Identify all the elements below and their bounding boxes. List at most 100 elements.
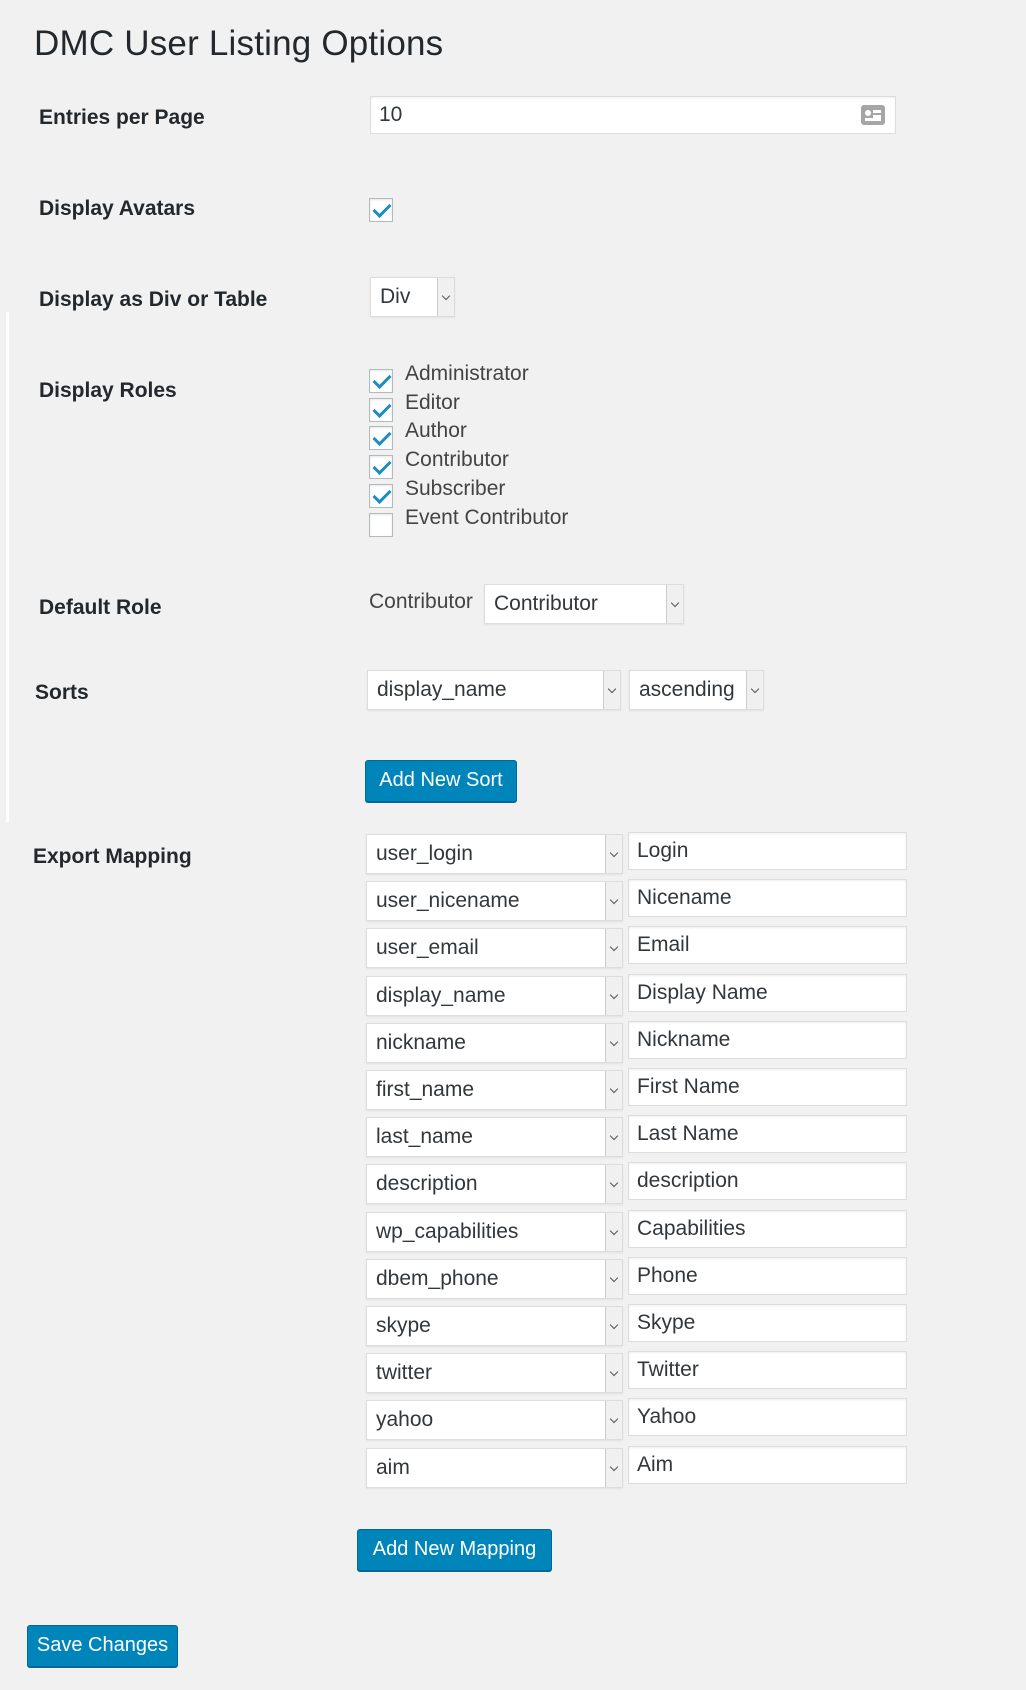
display-avatars-checkbox[interactable] — [369, 198, 393, 222]
mapping-name-value: description — [637, 1169, 739, 1193]
mapping-name-value: Capabilities — [637, 1216, 746, 1240]
save-changes-button[interactable]: Save Changes — [27, 1625, 178, 1667]
mapping-field-select[interactable]: last_name — [366, 1117, 623, 1158]
mapping-field-selected: twitter — [376, 1361, 433, 1385]
mapping-name-input[interactable]: description — [628, 1162, 907, 1201]
chevron-down-icon — [605, 1071, 622, 1109]
chevron-down-icon — [605, 882, 622, 921]
mapping-name-input[interactable]: Skype — [628, 1304, 907, 1342]
mapping-name-value: Email — [637, 933, 690, 957]
mapping-field-selected: nickname — [376, 1030, 466, 1054]
add-new-sort-button[interactable]: Add New Sort — [365, 760, 517, 802]
chevron-down-icon — [605, 976, 622, 1015]
export-mapping-label: Export Mapping — [33, 845, 192, 868]
role-checkbox[interactable] — [369, 512, 393, 537]
entries-per-page-input[interactable]: 10 — [370, 96, 896, 134]
mapping-field-select[interactable]: display_name — [366, 975, 623, 1016]
sort-order-select[interactable]: ascending — [629, 670, 764, 710]
chevron-down-icon — [605, 1212, 622, 1251]
mapping-field-selected: skype — [376, 1314, 431, 1337]
entries-per-page-label: Entries per Page — [39, 106, 205, 129]
chevron-down-icon — [605, 1448, 622, 1487]
role-label: Administrator — [405, 362, 529, 385]
mapping-field-selected: user_login — [376, 842, 473, 865]
mapping-field-selected: user_nicename — [376, 889, 520, 913]
display-as-select[interactable]: Div — [370, 277, 455, 317]
page-title: DMC User Listing Options — [34, 24, 444, 63]
mapping-name-input[interactable]: Nicename — [628, 879, 907, 918]
mapping-name-value: Display Name — [637, 980, 768, 1004]
mapping-field-selected: dbem_phone — [376, 1266, 499, 1290]
mapping-name-input[interactable]: Yahoo — [628, 1398, 907, 1437]
mapping-field-select[interactable]: user_email — [366, 928, 623, 969]
add-new-mapping-button[interactable]: Add New Mapping — [357, 1529, 552, 1571]
mapping-name-value: Login — [637, 839, 689, 862]
mapping-field-selected: user_email — [376, 936, 479, 960]
mapping-field-select[interactable]: twitter — [366, 1353, 623, 1394]
mapping-field-select[interactable]: aim — [366, 1447, 623, 1488]
role-label: Event Contributor — [405, 505, 569, 529]
mapping-field-select[interactable]: description — [366, 1164, 623, 1205]
mapping-field-select[interactable]: yahoo — [366, 1400, 623, 1441]
mapping-name-value: Skype — [637, 1311, 696, 1334]
chevron-down-icon — [746, 671, 763, 709]
chevron-down-icon — [605, 1023, 622, 1062]
mapping-field-selected: first_name — [376, 1078, 475, 1101]
role-checkbox[interactable] — [369, 455, 393, 480]
mapping-name-value: Twitter — [637, 1358, 699, 1382]
chevron-down-icon — [605, 1259, 622, 1298]
mapping-name-input[interactable]: Email — [628, 926, 907, 965]
mapping-field-selected: display_name — [376, 983, 506, 1007]
role-checkbox[interactable] — [369, 369, 393, 393]
role-label: Subscriber — [405, 476, 506, 500]
default-role-selected: Contributor — [494, 592, 598, 615]
display-as-label: Display as Div or Table — [39, 288, 268, 311]
display-roles-label: Display Roles — [39, 379, 177, 402]
mapping-field-select[interactable]: user_nicename — [366, 881, 623, 922]
chevron-down-icon — [605, 1165, 622, 1204]
mapping-name-input[interactable]: First Name — [628, 1068, 907, 1106]
mapping-name-value: Nicename — [637, 886, 732, 910]
default-role-label: Default Role — [39, 596, 162, 619]
mapping-name-input[interactable]: Display Name — [628, 973, 907, 1012]
mapping-name-input[interactable]: Nickname — [628, 1020, 907, 1059]
mapping-name-value: Last Name — [637, 1122, 739, 1146]
mapping-field-select[interactable]: first_name — [366, 1070, 623, 1110]
chevron-down-icon — [603, 671, 620, 709]
mapping-field-select[interactable]: dbem_phone — [366, 1258, 623, 1299]
mapping-name-input[interactable]: Phone — [628, 1256, 907, 1295]
sort-field-select[interactable]: display_name — [367, 670, 621, 710]
mapping-name-input[interactable]: Capabilities — [628, 1209, 907, 1248]
role-label: Author — [405, 419, 467, 443]
mapping-name-value: Aim — [637, 1452, 674, 1476]
entries-per-page-value: 10 — [379, 103, 403, 126]
chevron-down-icon — [605, 1401, 622, 1440]
role-checkbox[interactable] — [369, 426, 393, 451]
chevron-down-icon — [666, 585, 683, 623]
mapping-field-select[interactable]: nickname — [366, 1022, 623, 1063]
chevron-down-icon — [605, 929, 622, 968]
sort-order-selected: ascending — [639, 678, 735, 701]
mapping-field-selected: aim — [376, 1455, 410, 1479]
mapping-name-value: Yahoo — [637, 1405, 697, 1429]
display-avatars-label: Display Avatars — [39, 197, 196, 220]
default-role-select[interactable]: Contributor — [484, 584, 684, 624]
display-as-selected: Div — [380, 285, 411, 308]
mapping-field-select[interactable]: wp_capabilities — [366, 1211, 623, 1252]
mapping-field-select[interactable]: skype — [366, 1306, 623, 1346]
mapping-name-input[interactable]: Login — [628, 832, 907, 870]
role-checkbox[interactable] — [369, 397, 393, 422]
mapping-name-value: Phone — [637, 1263, 698, 1287]
mapping-field-selected: wp_capabilities — [376, 1219, 519, 1243]
mapping-field-selected: yahoo — [376, 1408, 434, 1432]
mapping-field-select[interactable]: user_login — [366, 834, 623, 874]
mapping-field-selected: last_name — [376, 1125, 473, 1149]
mapping-name-input[interactable]: Last Name — [628, 1115, 907, 1154]
role-checkbox[interactable] — [369, 483, 393, 508]
mapping-name-input[interactable]: Aim — [628, 1445, 907, 1484]
contact-card-icon — [861, 105, 885, 125]
role-label: Contributor — [405, 448, 509, 472]
mapping-field-selected: description — [376, 1172, 478, 1196]
mapping-name-input[interactable]: Twitter — [628, 1351, 907, 1390]
mapping-name-value: First Name — [637, 1075, 740, 1098]
